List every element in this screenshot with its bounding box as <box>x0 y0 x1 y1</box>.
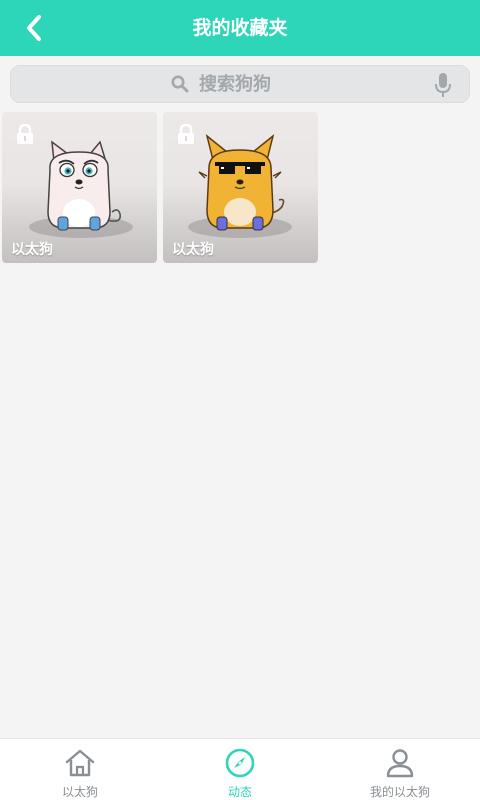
tab-label: 我的以太狗 <box>369 785 430 799</box>
page-title: 我的收藏夹 <box>192 17 288 39</box>
home-icon <box>65 749 95 777</box>
favorites-grid: 以太狗 以太狗 <box>2 112 318 263</box>
microphone-icon <box>435 73 451 97</box>
card-label: 以太狗 <box>172 242 214 258</box>
lock-icon <box>178 124 194 144</box>
search-icon <box>171 75 189 93</box>
search-bar[interactable] <box>10 65 470 103</box>
dog-card[interactable]: 以太狗 <box>163 112 318 263</box>
tab-my-dogs[interactable]: 我的以太狗 <box>320 739 480 800</box>
tab-label: 动态 <box>227 785 252 799</box>
voice-search-button[interactable] <box>431 72 455 98</box>
compass-icon <box>225 748 255 778</box>
tab-label: 以太狗 <box>61 785 98 799</box>
lock-icon <box>17 124 33 144</box>
tab-activity[interactable]: 动态 <box>160 739 320 800</box>
search-input[interactable] <box>199 73 309 95</box>
user-icon <box>386 749 414 778</box>
tab-dogs[interactable]: 以太狗 <box>0 739 160 800</box>
dog-card[interactable]: 以太狗 <box>2 112 157 263</box>
header-bar: 我的收藏夹 <box>0 0 480 56</box>
bottom-tab-bar: 以太狗 动态 我的以太狗 <box>0 738 480 800</box>
card-label: 以太狗 <box>11 242 53 258</box>
